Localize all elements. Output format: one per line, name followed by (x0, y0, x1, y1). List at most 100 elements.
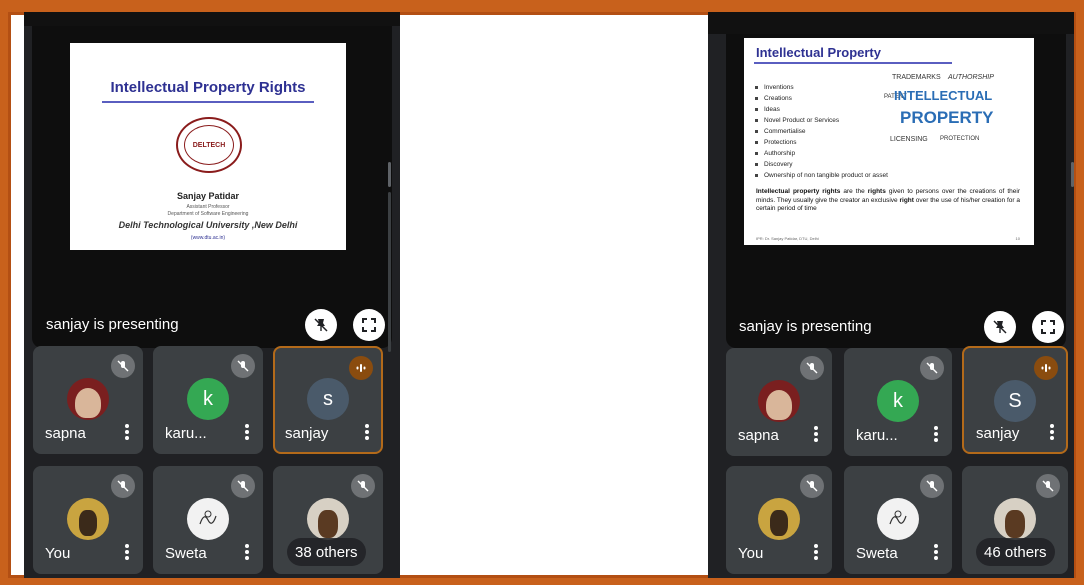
slide: Intellectual Property Rights DELTECH San… (70, 43, 346, 250)
avatar (758, 380, 800, 422)
bullet-text: Ideas (764, 106, 780, 113)
participant-name: Sweta (856, 545, 898, 562)
unpin-button[interactable] (305, 309, 337, 341)
participant-tile[interactable]: k karu... (844, 348, 952, 456)
avatar: k (187, 378, 229, 420)
participant-name: sanjay (976, 425, 1020, 442)
more-options-icon[interactable] (125, 424, 129, 440)
bullet-text: Protections (764, 139, 797, 146)
bullet-marker (755, 86, 758, 89)
presenting-label: sanjay is presenting (739, 318, 872, 335)
avatar (187, 498, 229, 540)
slide-number: 10 (1015, 236, 1020, 241)
bullet-item: Inventions (754, 82, 888, 93)
bullet-marker (755, 97, 758, 100)
scrollbar[interactable] (388, 162, 391, 187)
fullscreen-icon (362, 318, 376, 332)
bullet-item: Novel Product or Services (754, 115, 888, 126)
participant-name: sapna (738, 427, 779, 444)
avatar (307, 498, 349, 540)
scrollbar-track (388, 192, 391, 352)
mic-off-icon (351, 474, 375, 498)
word-protection: PROTECTION (940, 136, 980, 142)
bullet-marker (755, 141, 758, 144)
avatar: S (994, 380, 1036, 422)
participant-name: You (45, 545, 71, 562)
participant-tile[interactable]: Sweta (153, 466, 263, 574)
more-options-icon[interactable] (934, 426, 938, 442)
meeting-panel-right: Intellectual Property Inventions Creation… (708, 12, 1074, 578)
participant-name: karu... (856, 427, 898, 444)
bullet-item: Creations (754, 93, 888, 104)
audio-level-icon (1034, 356, 1058, 380)
bullet-item: Ideas (754, 104, 888, 115)
avatar: s (307, 378, 349, 420)
others-tile[interactable]: 38 others (273, 466, 383, 574)
audio-level-icon (349, 356, 373, 380)
more-options-icon[interactable] (365, 424, 369, 440)
others-count[interactable]: 46 others (976, 538, 1055, 566)
participant-name: karu... (165, 425, 207, 442)
others-tile[interactable]: 46 others (962, 466, 1068, 574)
title-underline (102, 101, 314, 103)
pin-off-icon (314, 318, 328, 332)
bullet-text: Discovery (764, 161, 793, 168)
participant-tile-speaking[interactable]: S sanjay (962, 346, 1068, 454)
presenter-department: Department of Software Engineering (167, 211, 249, 217)
avatar (758, 498, 800, 540)
fullscreen-button[interactable] (1032, 311, 1064, 343)
bullet-text: Novel Product or Services (764, 117, 840, 124)
university-logo: DELTECH (176, 117, 242, 173)
presenter-name: Sanjay Patidar (176, 191, 240, 201)
bullet-text: Commertialise (764, 128, 806, 135)
participant-tile-self[interactable]: You (726, 466, 832, 574)
pin-off-icon (993, 320, 1007, 334)
scrollbar[interactable] (1071, 162, 1074, 187)
participant-name: sanjay (285, 425, 329, 442)
bullet-item: Protections (754, 137, 888, 148)
participant-name: You (738, 545, 764, 562)
others-count[interactable]: 38 others (287, 538, 366, 566)
meeting-panel-left: Intellectual Property Rights DELTECH San… (24, 12, 400, 578)
participant-name: sapna (45, 425, 86, 442)
university-name: Delhi Technological University ,New Delh… (118, 220, 298, 230)
avatar (67, 378, 109, 420)
avatar: k (877, 380, 919, 422)
participant-tile[interactable]: Sweta (844, 466, 952, 574)
ipr-word-cloud: TRADEMARKS AUTHORSHIP PATENT INTELLECTUA… (884, 74, 994, 166)
more-options-icon[interactable] (814, 544, 818, 560)
participant-name: Sweta (165, 545, 207, 562)
bullet-text: Inventions (764, 84, 794, 91)
bullet-item: Discovery (754, 159, 888, 170)
slide-title: Intellectual Property Rights (110, 79, 306, 96)
unpin-button[interactable] (984, 311, 1016, 343)
slide: Intellectual Property Inventions Creation… (744, 38, 1034, 245)
participant-tile[interactable]: sapna (726, 348, 832, 456)
participant-tile[interactable]: k karu... (153, 346, 263, 454)
fullscreen-button[interactable] (353, 309, 385, 341)
more-options-icon[interactable] (814, 426, 818, 442)
more-options-icon[interactable] (245, 424, 249, 440)
bullet-item: Ownership of non tangible product or ass… (754, 170, 888, 181)
word-trademarks: TRADEMARKS (892, 74, 941, 81)
slide-title: Intellectual Property (756, 45, 881, 60)
def-bold-1: Intellectual property rights (756, 188, 841, 195)
more-options-icon[interactable] (1050, 424, 1054, 440)
more-options-icon[interactable] (245, 544, 249, 560)
def-bold-3: right (899, 196, 914, 204)
more-options-icon[interactable] (125, 544, 129, 560)
participant-tile[interactable]: sapna (33, 346, 143, 454)
top-bar (708, 12, 1074, 34)
def-bold-2: rights (867, 188, 886, 195)
def-text-1: are the (840, 188, 868, 195)
title-underline (754, 62, 952, 64)
participant-tile-self[interactable]: You (33, 466, 143, 574)
slide-footer: IPR: Dr. Sanjay Patidar, DTU, Delhi (756, 236, 819, 241)
presentation-tile[interactable]: Intellectual Property Rights DELTECH San… (32, 26, 392, 348)
mic-off-icon (920, 356, 944, 380)
more-options-icon[interactable] (934, 544, 938, 560)
presentation-tile[interactable]: Intellectual Property Inventions Creation… (726, 34, 1066, 348)
bullet-item: Authorship (754, 148, 888, 159)
bullet-marker (755, 108, 758, 111)
participant-tile-speaking[interactable]: s sanjay (273, 346, 383, 454)
